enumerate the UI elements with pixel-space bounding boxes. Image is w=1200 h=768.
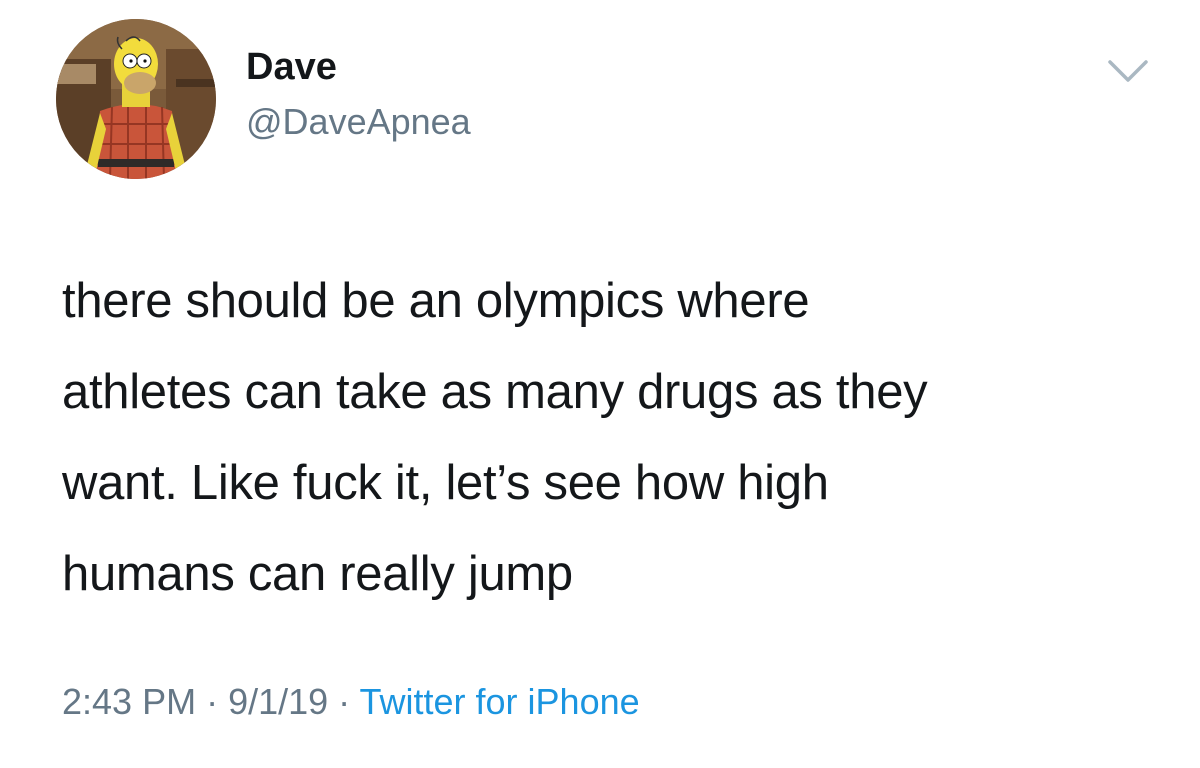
tweet-text: there should be an olympics where athlet… <box>62 256 1172 620</box>
chevron-down-icon[interactable] <box>1104 52 1152 92</box>
display-name[interactable]: Dave <box>246 44 337 90</box>
tweet-text-line: humans can really jump <box>62 547 573 601</box>
avatar[interactable] <box>56 19 216 179</box>
homer-avatar-icon <box>56 19 216 179</box>
meta-separator: · <box>196 681 229 722</box>
tweet-time: 2:43 PM <box>62 681 197 722</box>
tweet-text-line: want. Like fuck it, let’s see how high <box>62 456 829 510</box>
tweet-card: Dave @DaveApnea there should be an olymp… <box>0 0 1200 768</box>
tweet-text-line: there should be an olympics where <box>62 274 810 328</box>
tweet-text-line: athletes can take as many drugs as they <box>62 365 928 419</box>
tweet-metadata: 2:43 PM · 9/1/19 · Twitter for iPhone <box>62 680 640 724</box>
user-handle[interactable]: @DaveApnea <box>246 100 471 144</box>
tweet-date: 9/1/19 <box>228 681 329 722</box>
meta-separator: · <box>328 681 360 722</box>
tweet-source-link[interactable]: Twitter for iPhone <box>360 681 640 722</box>
